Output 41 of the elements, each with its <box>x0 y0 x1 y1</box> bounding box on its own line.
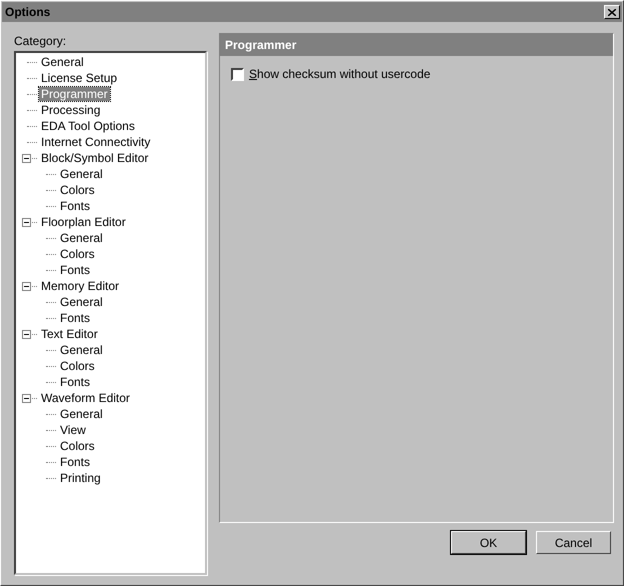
cancel-button[interactable]: Cancel <box>536 531 611 554</box>
tree-item[interactable]: Internet Connectivity <box>39 135 152 149</box>
tree-item[interactable]: Fonts <box>58 311 92 325</box>
tree-item[interactable]: General <box>58 167 105 181</box>
close-button[interactable] <box>604 5 620 19</box>
tree-item[interactable]: Colors <box>58 247 97 261</box>
collapse-icon[interactable] <box>22 330 31 338</box>
tree-item[interactable]: Fonts <box>58 375 92 389</box>
checkbox-label: Show checksum without usercode <box>249 67 430 81</box>
tree-item[interactable]: General <box>58 343 105 357</box>
tree-item[interactable]: Programmer <box>39 87 110 101</box>
tree-item[interactable]: Floorplan Editor <box>39 215 128 229</box>
tree-item[interactable]: EDA Tool Options <box>39 119 137 133</box>
tree-item[interactable]: Fonts <box>58 455 92 469</box>
close-icon <box>608 8 616 16</box>
collapse-icon[interactable] <box>22 282 31 290</box>
tree-item[interactable]: Fonts <box>58 199 92 213</box>
collapse-icon[interactable] <box>22 218 31 226</box>
collapse-icon[interactable] <box>22 394 31 402</box>
tree-item[interactable]: Waveform Editor <box>39 391 132 405</box>
tree-item[interactable]: Colors <box>58 359 97 373</box>
tree-item[interactable]: Colors <box>58 439 97 453</box>
tree-item[interactable]: View <box>58 423 88 437</box>
tree-item[interactable]: Printing <box>58 471 103 485</box>
checkbox[interactable] <box>231 68 244 80</box>
tree-item[interactable]: General <box>58 231 105 245</box>
panel-title: Programmer <box>220 34 613 56</box>
tree-item[interactable]: General <box>39 55 86 69</box>
tree-item[interactable]: Memory Editor <box>39 279 122 293</box>
tree-item[interactable]: License Setup <box>39 71 120 85</box>
tree-item[interactable]: General <box>58 407 105 421</box>
tree-item[interactable]: Processing <box>39 103 102 117</box>
tree-item[interactable]: Colors <box>58 183 97 197</box>
tree-item[interactable]: Fonts <box>58 263 92 277</box>
category-label: Category: <box>14 33 68 50</box>
ok-button[interactable]: OK <box>451 531 526 554</box>
collapse-icon[interactable] <box>22 154 31 162</box>
tree-item[interactable]: Text Editor <box>39 327 100 341</box>
tree-item[interactable]: General <box>58 295 105 309</box>
window-title: Options <box>5 5 50 19</box>
tree-item[interactable]: Block/Symbol Editor <box>39 151 150 165</box>
